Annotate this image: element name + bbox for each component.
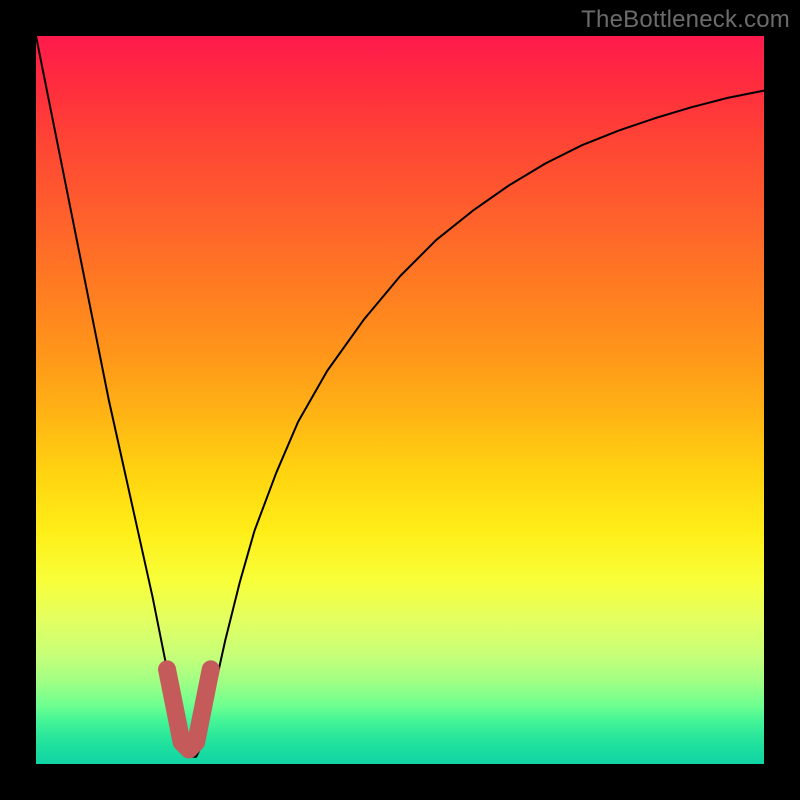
plot-area <box>36 36 764 764</box>
bottleneck-curve <box>36 36 764 757</box>
curve-layer <box>36 36 764 764</box>
chart-frame: TheBottleneck.com <box>0 0 800 800</box>
watermark-text: TheBottleneck.com <box>581 6 790 34</box>
target-region-mark <box>167 669 211 749</box>
